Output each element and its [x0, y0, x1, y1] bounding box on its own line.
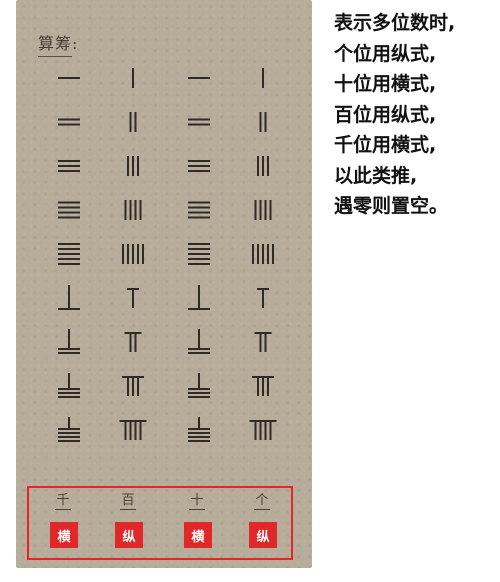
rod-numeral-zong-3-icon	[127, 156, 139, 176]
rod-numeral-zong-4-icon	[254, 200, 272, 220]
rod-numeral-heng-8-icon	[188, 373, 210, 398]
rule-line: 表示多位数时,	[334, 12, 456, 34]
rod-numeral-heng-1-icon	[58, 77, 80, 79]
rod-numeral-zong-6-icon	[257, 288, 269, 308]
rod-numeral-heng-4-icon	[188, 201, 210, 219]
rod-numeral-heng-3-icon	[58, 160, 80, 172]
rod-numeral-zong-5-icon	[122, 244, 144, 264]
rod-numeral-zong-8-icon	[122, 376, 144, 396]
rod-numeral-heng-6-icon	[58, 285, 80, 310]
rod-numeral-zong-2-icon	[259, 112, 267, 132]
rod-numeral-heng-9-icon	[58, 417, 80, 442]
rod-numeral-heng-3-icon	[188, 160, 210, 172]
rule-line: 百位用纵式,	[334, 103, 437, 126]
rules-text: 表示多位数时, 个位用纵式, 十位用横式, 百位用纵式, 千位用横式, 以此类推…	[334, 8, 500, 222]
rod-numeral-heng-8-icon	[58, 373, 80, 398]
rod-numeral-heng-2-icon	[188, 118, 210, 126]
rule-line: 遇零则置空。	[334, 195, 449, 217]
rule-line: 以此类推,	[334, 164, 418, 187]
place-value-highlight-box	[27, 486, 293, 560]
rod-numeral-heng-5-icon	[58, 243, 80, 265]
rod-numeral-heng-2-icon	[58, 118, 80, 126]
rod-numeral-zong-5-icon	[252, 244, 274, 264]
rod-numeral-zong-8-icon	[252, 376, 274, 396]
rod-numeral-zong-7-icon	[124, 332, 142, 352]
rod-numeral-heng-4-icon	[58, 201, 80, 219]
rod-numeral-zong-1-icon	[132, 68, 134, 88]
rod-numeral-zong-4-icon	[124, 200, 142, 220]
paper-heading: 算筹:	[38, 30, 78, 57]
rule-line: 个位用纵式,	[334, 42, 437, 65]
rod-numeral-zong-9-icon	[119, 420, 147, 440]
rod-numeral-zong-1-icon	[262, 68, 264, 88]
rod-numeral-zong-2-icon	[129, 112, 137, 132]
rod-numeral-heng-6-icon	[188, 285, 210, 310]
rod-numeral-zong-6-icon	[127, 288, 139, 308]
rule-line: 千位用横式,	[334, 134, 437, 156]
rod-numeral-zong-7-icon	[254, 332, 272, 352]
rod-numeral-zong-3-icon	[257, 156, 269, 176]
rod-numeral-heng-1-icon	[188, 77, 210, 79]
rod-numeral-heng-9-icon	[188, 417, 210, 442]
rod-numeral-heng-7-icon	[188, 329, 210, 354]
rod-numeral-heng-7-icon	[58, 329, 80, 354]
rule-line: 十位用横式,	[334, 73, 437, 95]
rod-numeral-heng-5-icon	[188, 243, 210, 265]
rod-numeral-zong-9-icon	[249, 420, 277, 440]
